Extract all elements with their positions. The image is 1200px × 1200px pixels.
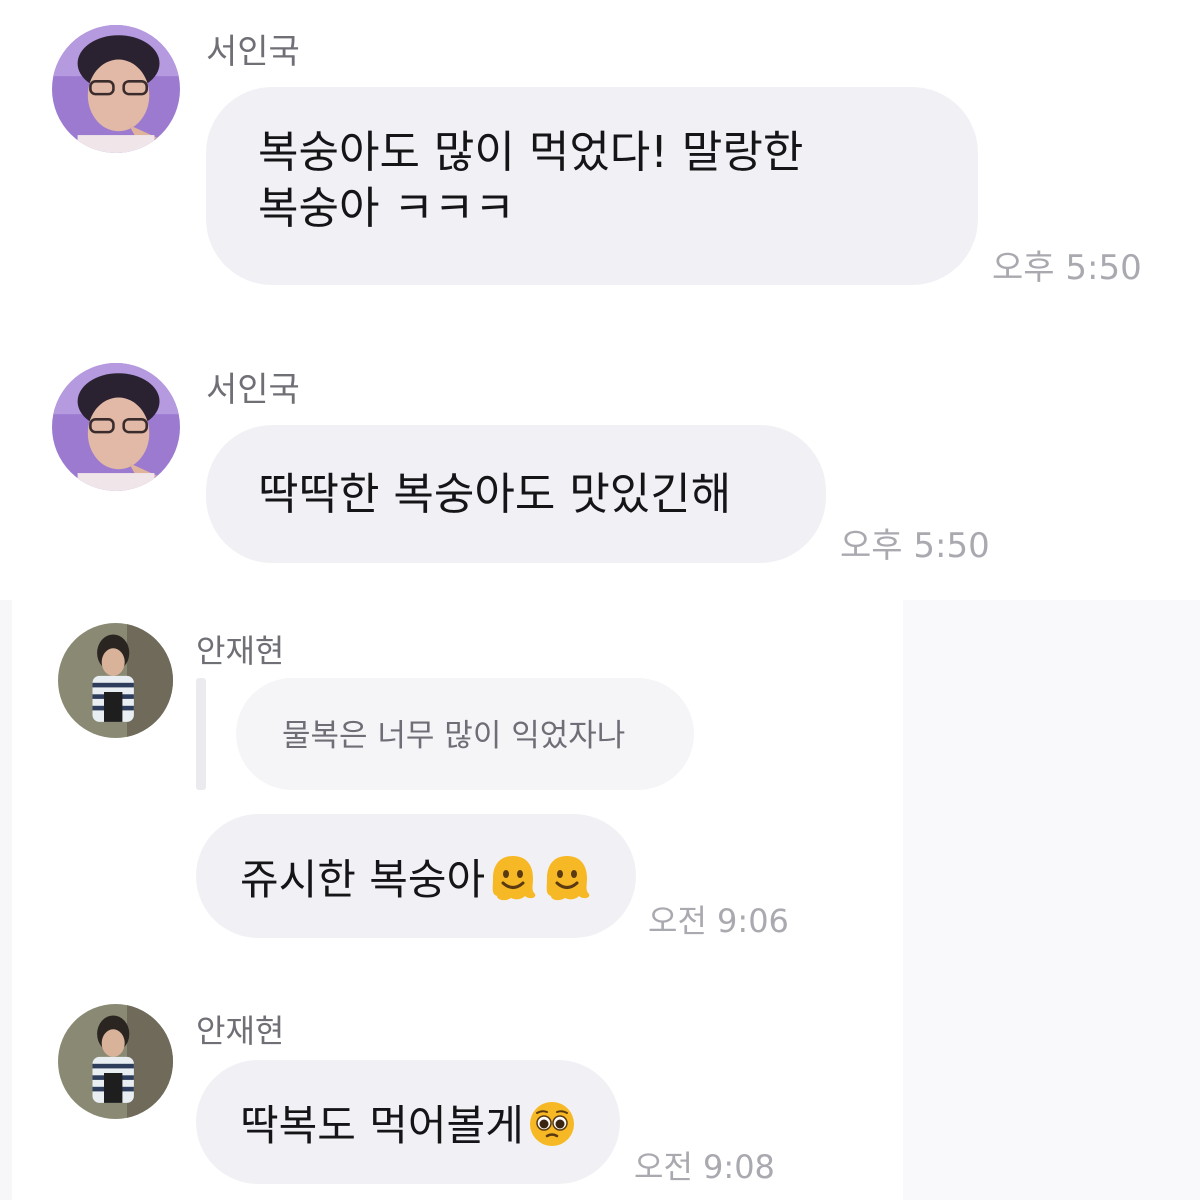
message-time: 오후 5:50 [992, 248, 1142, 288]
message-time: 오전 9:08 [634, 1148, 775, 1186]
message-time: 오전 9:06 [648, 902, 789, 940]
message-text: 딱복도 먹어볼게 [240, 1101, 524, 1150]
pleading-face-emoji [526, 1098, 578, 1162]
panel-divider-strip [0, 600, 12, 1200]
reply-quote-bubble[interactable]: 물복은 너무 많이 익었자나 [236, 678, 694, 790]
message-bubble[interactable]: 딱딱한 복숭아도 맛있긴해 [206, 425, 826, 563]
reply-quote-text: 물복은 너무 많이 익었자나 [282, 718, 626, 754]
sender-name: 안재현 [196, 632, 285, 670]
message-time: 오후 5:50 [840, 526, 990, 566]
message-text: 복숭아도 많이 먹었다! 말랑한 복숭아 ㅋㅋㅋ [258, 127, 804, 234]
message-bubble[interactable]: 쥬시한 복숭아 [196, 814, 636, 938]
sender-name: 서인국 [206, 32, 300, 72]
sender-name: 안재현 [196, 1012, 285, 1050]
message-text: 딱딱한 복숭아도 맛있긴해 [258, 469, 732, 520]
melting-face-emoji [541, 852, 593, 916]
avatar[interactable] [58, 623, 173, 738]
avatar[interactable] [52, 363, 180, 491]
panel-side-area [903, 600, 1200, 1200]
message-text: 쥬시한 복숭아 [240, 855, 486, 904]
reply-quote-bar [196, 678, 206, 790]
avatar[interactable] [52, 25, 180, 153]
avatar[interactable] [58, 1004, 173, 1119]
message-bubble[interactable]: 딱복도 먹어볼게 [196, 1060, 620, 1184]
message-bubble[interactable]: 복숭아도 많이 먹었다! 말랑한 복숭아 ㅋㅋㅋ [206, 87, 978, 285]
melting-face-emoji [487, 852, 539, 916]
sender-name: 서인국 [206, 370, 300, 410]
